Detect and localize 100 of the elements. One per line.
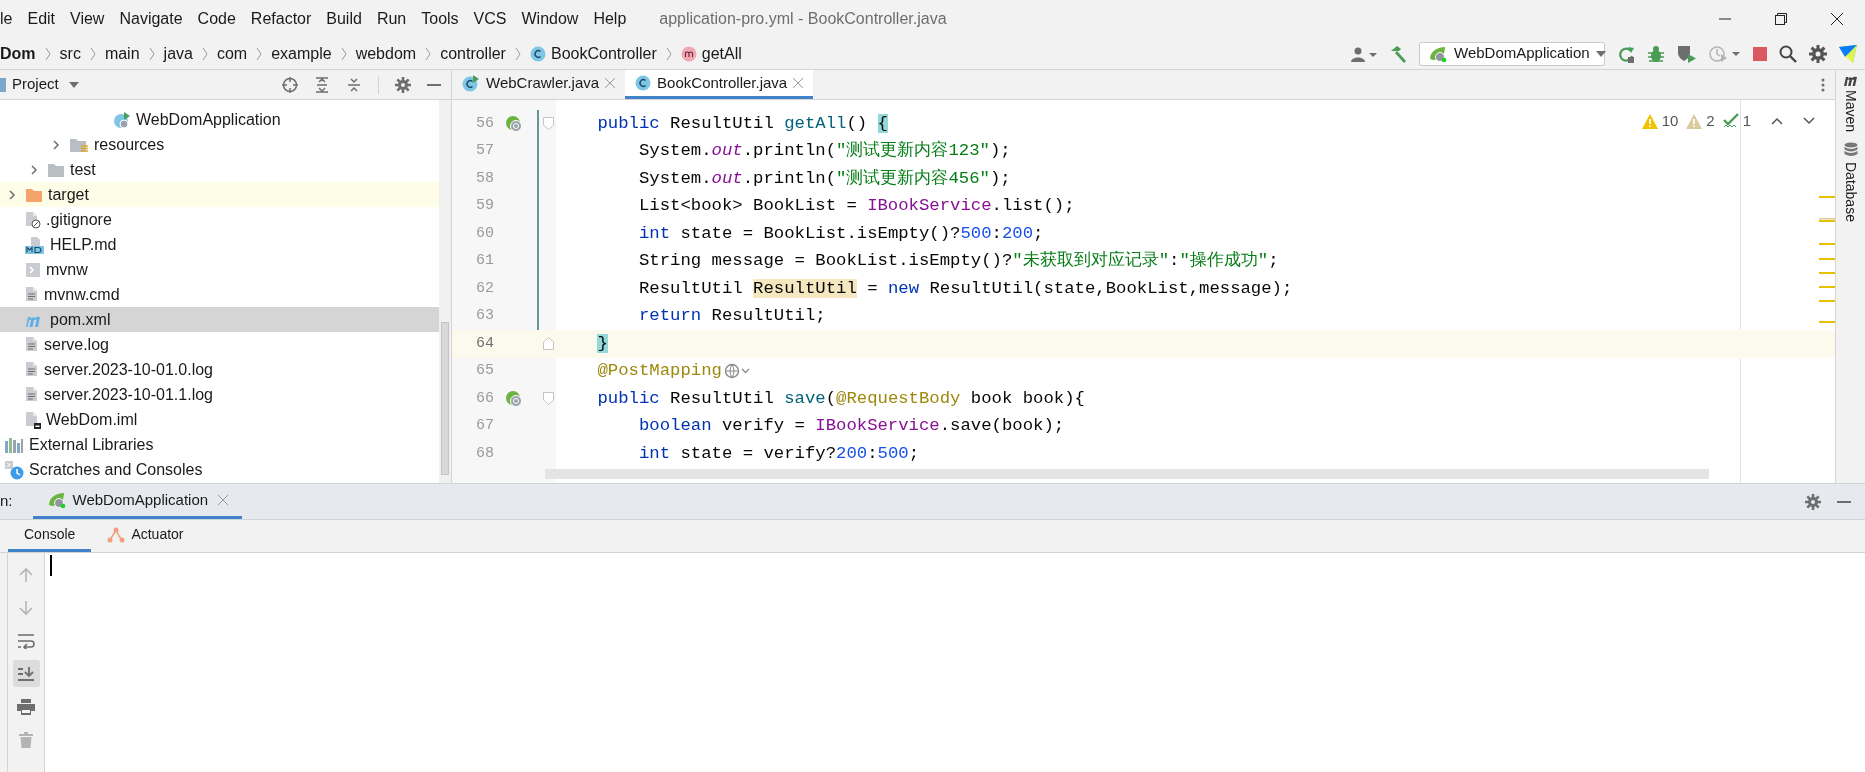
- breadcrumb-item[interactable]: getAll: [701, 41, 742, 66]
- user-icon[interactable]: [1351, 45, 1377, 62]
- chevron-up-icon[interactable]: [1771, 117, 1783, 126]
- tree-item[interactable]: server.2023-10-01.1.log: [0, 382, 439, 407]
- menu-item[interactable]: Tools: [421, 7, 459, 31]
- menu-item[interactable]: Build: [326, 7, 362, 31]
- breadcrumb-item[interactable]: example: [271, 41, 332, 66]
- weak-warning-icon: [1686, 113, 1703, 129]
- tree-item[interactable]: mvnw: [0, 257, 439, 282]
- line-number: 58: [475, 168, 494, 189]
- endpoint-icon[interactable]: [505, 389, 523, 408]
- line-number: 68: [475, 443, 494, 464]
- line-number: 61: [475, 251, 494, 271]
- menu-item[interactable]: le: [0, 7, 13, 31]
- chevron-icon: [513, 45, 522, 62]
- breadcrumb-item[interactable]: src: [59, 41, 81, 66]
- close-icon[interactable]: [605, 78, 616, 88]
- weak-warning-count[interactable]: 2: [1706, 110, 1715, 133]
- code-line: boolean verify = IBookService.save(book);: [637, 415, 1065, 438]
- typo-check-icon: [1722, 113, 1739, 130]
- tool-window-button[interactable]: Database: [1840, 142, 1861, 222]
- tree-item[interactable]: pom.xml: [0, 307, 439, 332]
- tree-item[interactable]: Scratches and Consoles: [0, 457, 439, 482]
- menu-item[interactable]: Edit: [27, 7, 56, 31]
- menu-item[interactable]: Navigate: [119, 7, 183, 31]
- scratches-icon: [4, 459, 24, 480]
- tool-window-button[interactable]: Maven: [1840, 74, 1861, 133]
- close-icon[interactable]: [793, 78, 804, 88]
- spring-boot-icon: [1428, 44, 1448, 63]
- endpoint-icon[interactable]: [505, 114, 523, 133]
- editor-tab[interactable]: WebCrawler.java: [452, 70, 626, 99]
- breadcrumb-item[interactable]: controller: [440, 41, 506, 66]
- breadcrumb-item[interactable]: com: [216, 41, 248, 66]
- run-tab[interactable]: WebDomApplication: [32, 484, 243, 519]
- trash-icon: [19, 731, 33, 748]
- chevron-icon: [424, 45, 433, 62]
- line-number: 65: [475, 361, 494, 381]
- settings-icon[interactable]: [1805, 493, 1821, 510]
- stop-icon[interactable]: [1753, 46, 1767, 61]
- close-icon[interactable]: [218, 495, 229, 505]
- module-file-icon: [25, 410, 41, 429]
- profiler-icon[interactable]: [1709, 44, 1741, 63]
- warning-count[interactable]: 10: [1661, 110, 1679, 133]
- breadcrumb-item[interactable]: webdom: [355, 41, 417, 66]
- runnable-class-icon: [462, 74, 480, 92]
- tree-item[interactable]: HELP.md: [0, 232, 439, 257]
- down-arrow-icon: [19, 599, 33, 616]
- rerun-icon[interactable]: [1617, 44, 1635, 63]
- breadcrumb-item[interactable]: java: [163, 41, 193, 66]
- fold-icon[interactable]: [542, 117, 554, 131]
- settings-icon[interactable]: [395, 76, 411, 93]
- tree-item[interactable]: .gitignore: [0, 207, 439, 232]
- coverage-icon[interactable]: [1677, 44, 1697, 63]
- menu-item[interactable]: Refactor: [250, 7, 312, 31]
- search-icon[interactable]: [1779, 44, 1797, 63]
- menu-item[interactable]: Window: [521, 7, 579, 31]
- editor-tab[interactable]: BookController.java: [625, 70, 814, 99]
- app-logo-icon[interactable]: [1839, 44, 1857, 63]
- collapse-all-icon[interactable]: [346, 76, 362, 93]
- project-view-dropdown[interactable]: Project: [12, 73, 79, 96]
- console-tab[interactable]: Actuator: [91, 520, 200, 552]
- tree-item[interactable]: mvnw.cmd: [0, 282, 439, 307]
- more-icon[interactable]: [1821, 77, 1825, 92]
- tree-item[interactable]: WebDomApplication: [0, 107, 439, 132]
- chevron-icon: [339, 45, 348, 62]
- line-number: 57: [475, 141, 494, 161]
- breadcrumb-item[interactable]: main: [104, 41, 140, 66]
- tree-item[interactable]: External Libraries: [0, 432, 439, 457]
- fold-icon[interactable]: [542, 337, 554, 351]
- tree-item[interactable]: serve.log: [0, 332, 439, 357]
- tree-item[interactable]: server.2023-10-01.0.log: [0, 357, 439, 382]
- tree-item[interactable]: target: [0, 182, 439, 207]
- settings-icon[interactable]: [1809, 44, 1827, 63]
- line-number: 62: [475, 278, 494, 299]
- console-tool-button[interactable]: [12, 660, 40, 687]
- menu-item[interactable]: View: [70, 7, 105, 31]
- expand-all-icon[interactable]: [314, 76, 330, 93]
- tree-item[interactable]: test: [0, 157, 439, 182]
- caret-icon: [1595, 50, 1606, 57]
- fold-icon[interactable]: [542, 392, 554, 406]
- tree-item[interactable]: resources: [0, 132, 439, 157]
- bug-icon[interactable]: [1647, 44, 1665, 63]
- menu-item[interactable]: Code: [197, 7, 236, 31]
- text-file-icon: [25, 385, 39, 404]
- locate-icon[interactable]: [282, 76, 298, 93]
- scroll-to-end-icon: [17, 665, 35, 682]
- menu-item[interactable]: Run: [376, 7, 407, 31]
- breadcrumb-item[interactable]: BookController: [550, 41, 657, 66]
- horizontal-scrollbar[interactable]: [545, 469, 1709, 479]
- scrollbar-thumb[interactable]: [441, 322, 449, 475]
- hammer-icon[interactable]: [1389, 44, 1407, 63]
- tree-item[interactable]: WebDom.iml: [0, 407, 439, 432]
- code-line: public ResultUtil save(@RequestBody book book){: [596, 387, 1085, 410]
- globe-icon[interactable]: [723, 363, 750, 380]
- chevron-down-icon[interactable]: [1803, 117, 1815, 126]
- breadcrumb-item[interactable]: Dom: [0, 41, 36, 66]
- run-configuration-dropdown[interactable]: WebDomApplication: [1419, 41, 1605, 66]
- menu-item[interactable]: VCS: [473, 7, 507, 31]
- menu-item[interactable]: Help: [593, 7, 627, 31]
- typo-count[interactable]: 1: [1742, 110, 1751, 133]
